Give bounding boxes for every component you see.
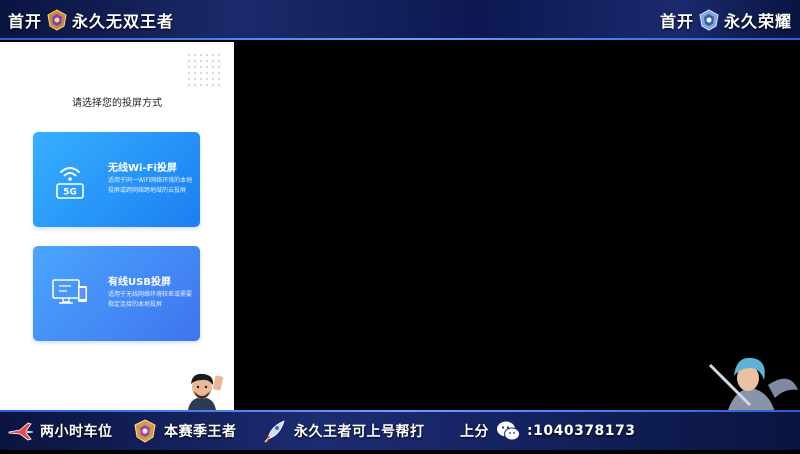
bottom-item-boosting: 永久王者可上号帮打	[262, 418, 425, 444]
glory-badge-icon	[698, 9, 720, 31]
usb-cast-option[interactable]: 有线USB投屏 适用于无线网络环境较差或需要稳定连接的本地投屏	[33, 246, 200, 341]
king-rank-icon	[132, 419, 158, 443]
top-banner-left: 首开 永久无双王者	[8, 6, 174, 34]
usb-cast-description: 适用于无线网络环境较差或需要稳定连接的本地投屏	[108, 291, 193, 308]
wifi-cast-label: 无线Wi-Fi投屏	[108, 163, 177, 174]
dot-pattern-decoration	[186, 52, 222, 88]
bottom-item-carpool: 两小时车位	[8, 418, 113, 444]
screencast-panel: 请选择您的投屏方式 5G 无线Wi-Fi投屏 适用于同一WiFi网络环境的本地投…	[0, 42, 234, 410]
cast-panel-title: 请选择您的投屏方式	[72, 98, 162, 109]
wifi-cast-description: 适用于同一WiFi网络环境的本地投屏或跨网络跨地域的云投屏	[108, 177, 193, 194]
wechat-icon	[495, 419, 521, 443]
contact-number: :1040378173	[527, 423, 636, 439]
rocket-icon	[262, 419, 288, 443]
bottom-item-label: 两小时车位	[40, 424, 113, 440]
rank-badge-icon	[46, 9, 68, 31]
streamer-avatar-icon	[180, 370, 224, 410]
bottom-item-label: 永久王者可上号帮打	[294, 424, 425, 440]
bottom-item-king: 本赛季王者	[132, 418, 237, 444]
wifi-5g-label: 5G	[63, 188, 77, 198]
top-left-suffix: 永久无双王者	[72, 12, 175, 31]
bottom-item-contact: 上分 :1040378173	[460, 418, 636, 444]
bottom-item-label: 本赛季王者	[164, 424, 237, 440]
top-right-prefix: 首开	[659, 12, 694, 31]
bottom-banner: 两小时车位 本赛季王者 永久王者可上号帮打 上分:1040378173	[0, 410, 800, 450]
top-banner-right: 首开 永久荣耀	[660, 6, 792, 34]
usb-monitor-icon	[49, 272, 91, 314]
usb-cast-label: 有线USB投屏	[108, 277, 171, 288]
jet-icon	[8, 419, 34, 443]
wifi-cast-option[interactable]: 5G 无线Wi-Fi投屏 适用于同一WiFi网络环境的本地投屏或跨网络跨地域的云…	[33, 132, 200, 227]
wifi-5g-icon: 5G	[49, 158, 91, 200]
top-left-prefix: 首开	[8, 12, 43, 31]
top-right-suffix: 永久荣耀	[723, 12, 792, 31]
top-banner: 首开 永久无双王者 首开 永久荣耀	[0, 0, 800, 40]
bottom-item-label: 上分	[460, 424, 489, 440]
